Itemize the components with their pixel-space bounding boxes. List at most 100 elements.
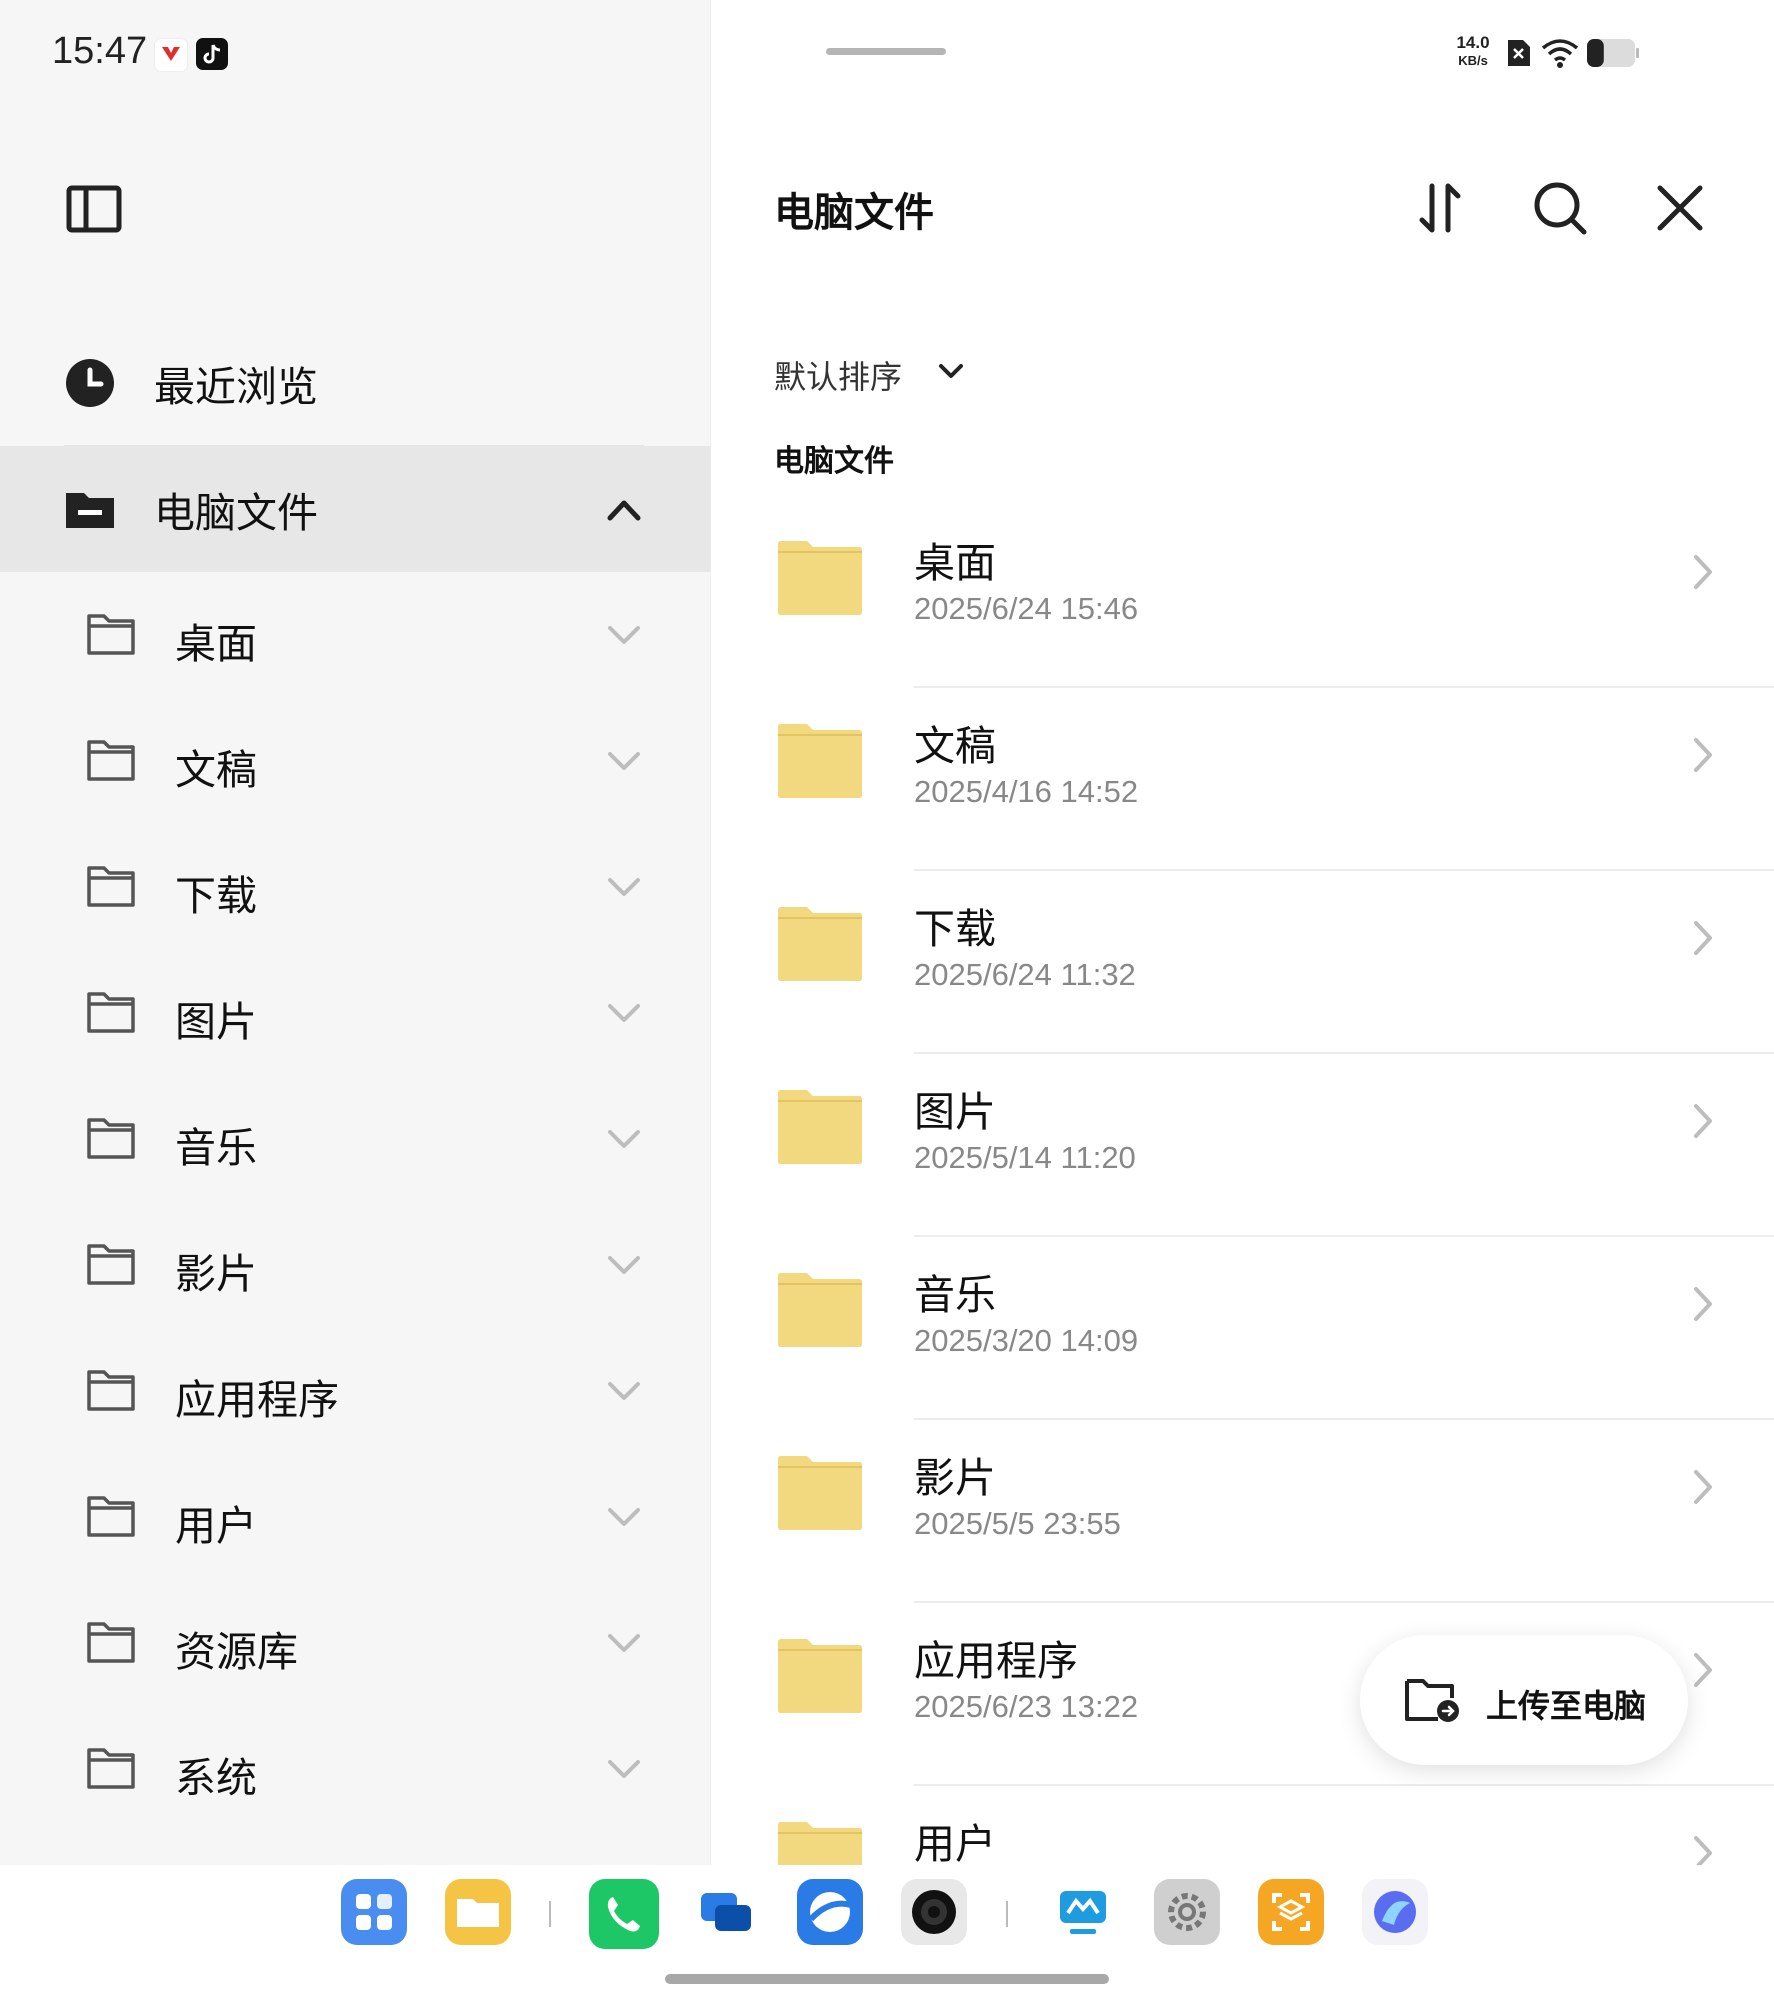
battery-icon xyxy=(1586,38,1640,68)
file-name: 音乐 xyxy=(914,1271,996,1319)
folder-outline-icon xyxy=(86,1242,136,1286)
sidebar-folder-item[interactable]: 文稿 xyxy=(0,698,710,824)
chevron-right-icon xyxy=(1688,549,1718,595)
sidebar-folder-item[interactable]: 资源库 xyxy=(0,1580,710,1706)
sidebar-item-computer-files[interactable]: 电脑文件 xyxy=(0,446,710,572)
chevron-down-icon[interactable] xyxy=(604,1250,644,1280)
sidebar-folder-label: 系统 xyxy=(175,1754,257,1802)
sidebar-toggle-icon[interactable] xyxy=(66,185,122,233)
chat-app-icon[interactable] xyxy=(693,1879,759,1945)
sidebar-folder-label: 资源库 xyxy=(175,1628,298,1676)
file-date: 2025/6/23 13:22 xyxy=(914,1689,1139,1724)
sidebar-item-recent[interactable]: 最近浏览 xyxy=(0,320,710,446)
chevron-down-icon[interactable] xyxy=(604,620,644,650)
file-date: 2025/6/24 15:46 xyxy=(914,591,1139,626)
sidebar-item-label: 最近浏览 xyxy=(154,363,318,411)
folder-icon xyxy=(776,1089,864,1165)
no-sim-icon xyxy=(1506,38,1532,68)
chevron-down-icon[interactable] xyxy=(604,872,644,902)
phone-icon[interactable] xyxy=(589,1879,659,1949)
search-button[interactable] xyxy=(1530,178,1590,238)
chevron-down-icon[interactable] xyxy=(604,1124,644,1154)
chevron-down-icon[interactable] xyxy=(604,1628,644,1658)
sidebar-folder-item[interactable]: 下载 xyxy=(0,824,710,950)
file-row[interactable]: 音乐 2025/3/20 14:09 xyxy=(710,1237,1774,1420)
sort-label: 默认排序 xyxy=(774,358,903,396)
camera-icon[interactable] xyxy=(901,1879,967,1945)
file-row[interactable]: 文稿 2025/4/16 14:52 xyxy=(710,688,1774,871)
dock-separator xyxy=(549,1901,551,1927)
sort-dropdown[interactable]: 默认排序 xyxy=(774,345,994,401)
sidebar-item-label: 电脑文件 xyxy=(154,489,318,537)
clock-icon xyxy=(64,357,116,409)
folder-icon xyxy=(776,723,864,799)
folder-outline-icon xyxy=(86,1368,136,1412)
browser-icon[interactable] xyxy=(797,1879,863,1945)
folder-outline-icon xyxy=(86,1494,136,1538)
app-grid-icon[interactable] xyxy=(341,1879,407,1945)
drag-handle[interactable] xyxy=(826,48,946,55)
file-name: 下载 xyxy=(914,905,996,953)
file-name: 文稿 xyxy=(914,722,996,770)
wifi-icon xyxy=(1540,36,1580,70)
sidebar-folder-item[interactable]: 应用程序 xyxy=(0,1328,710,1454)
settings-icon[interactable] xyxy=(1154,1879,1220,1945)
sidebar-folder-label: 音乐 xyxy=(175,1124,257,1172)
sidebar-folder-item[interactable]: 桌面 xyxy=(0,572,710,698)
home-indicator[interactable] xyxy=(665,1974,1109,1984)
folder-icon xyxy=(64,483,116,535)
folder-outline-icon xyxy=(86,612,136,656)
sidebar-folder-item[interactable]: 系统 xyxy=(0,1706,710,1832)
sidebar-folder-label: 应用程序 xyxy=(175,1376,339,1424)
sidebar-folder-item[interactable]: 用户 xyxy=(0,1454,710,1580)
file-name: 图片 xyxy=(914,1088,996,1136)
sidebar-folder-item[interactable]: 图片 xyxy=(0,950,710,1076)
chevron-down-icon[interactable] xyxy=(604,998,644,1028)
sidebar-folder-item[interactable]: 影片 xyxy=(0,1202,710,1328)
sort-order-button[interactable] xyxy=(1410,178,1470,238)
file-name: 影片 xyxy=(914,1454,996,1502)
file-date: 2025/5/14 11:20 xyxy=(914,1140,1136,1175)
file-row[interactable]: 桌面 2025/6/24 15:46 xyxy=(710,505,1774,688)
remote-desktop-icon[interactable] xyxy=(1050,1879,1116,1945)
sidebar-folder-item[interactable]: 音乐 xyxy=(0,1076,710,1202)
sidebar-folder-label: 桌面 xyxy=(175,620,257,668)
chevron-down-icon[interactable] xyxy=(604,1502,644,1532)
folder-outline-icon xyxy=(86,738,136,782)
close-button[interactable] xyxy=(1650,178,1710,238)
sort-arrows-icon xyxy=(1419,183,1461,233)
chevron-right-icon xyxy=(1688,1281,1718,1327)
file-row[interactable]: 图片 2025/5/14 11:20 xyxy=(710,1054,1774,1237)
file-row[interactable]: 影片 2025/5/5 23:55 xyxy=(710,1420,1774,1603)
chevron-right-icon xyxy=(1688,1464,1718,1510)
folder-icon xyxy=(776,540,864,616)
chevron-right-icon xyxy=(1688,1647,1718,1693)
file-row[interactable]: 下载 2025/6/24 11:32 xyxy=(710,871,1774,1054)
page-title: 电脑文件 xyxy=(774,190,934,236)
sidebar-folder-label: 下载 xyxy=(175,872,257,920)
network-speed-unit: KB/s xyxy=(1458,53,1488,68)
chevron-down-icon[interactable] xyxy=(604,1754,644,1784)
chevron-up-icon[interactable] xyxy=(604,494,644,524)
network-speed-value: 14.0 xyxy=(1456,33,1490,52)
screenshot-icon[interactable] xyxy=(1258,1879,1324,1945)
folder-outline-icon xyxy=(86,864,136,908)
sidebar-folder-label: 影片 xyxy=(175,1250,257,1298)
folder-outline-icon xyxy=(86,1746,136,1790)
chevron-down-icon xyxy=(936,359,966,383)
folder-outline-icon xyxy=(86,1620,136,1664)
network-speed: 14.0 KB/s xyxy=(1448,34,1498,70)
sidebar: 15:47 最近浏览 电脑文件 桌面 文稿 下载 图片 音乐 影片 应用程序 用户 资源库 系统 xyxy=(0,0,710,1865)
chevron-down-icon[interactable] xyxy=(604,746,644,776)
sidebar-folder-label: 用户 xyxy=(175,1502,257,1550)
section-label: 电脑文件 xyxy=(774,444,894,479)
folder-outline-icon xyxy=(86,1116,136,1160)
assistant-icon[interactable] xyxy=(1362,1879,1428,1945)
dock-separator xyxy=(1006,1901,1008,1927)
close-icon xyxy=(1657,185,1703,231)
files-app-icon[interactable] xyxy=(445,1879,511,1945)
upload-to-computer-button[interactable]: 上传至电脑 xyxy=(1360,1635,1688,1765)
chevron-down-icon[interactable] xyxy=(604,1376,644,1406)
sidebar-folder-label: 文稿 xyxy=(175,746,257,794)
file-date: 2025/3/20 14:09 xyxy=(914,1323,1139,1358)
